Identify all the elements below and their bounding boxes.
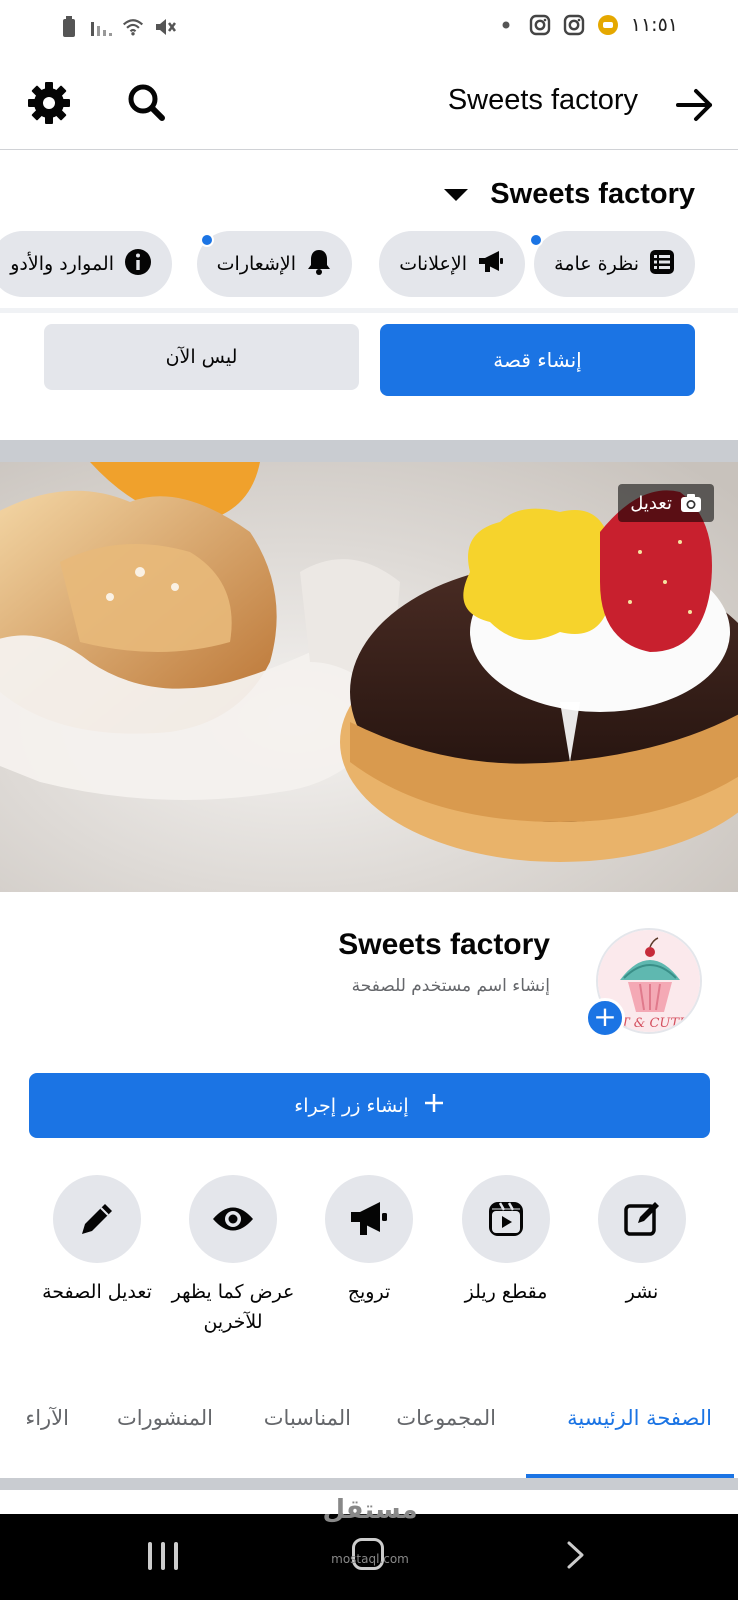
- not-now-button[interactable]: ليس الآن: [44, 324, 359, 390]
- divider: [0, 308, 738, 313]
- app-header: Sweets factory: [0, 66, 738, 150]
- section-divider: [0, 1478, 738, 1490]
- tab-events[interactable]: المناسبات: [264, 1406, 351, 1430]
- quick-action-promote[interactable]: ترويج: [304, 1175, 434, 1307]
- instagram-icon: [563, 14, 585, 36]
- status-time: ١١:٥١: [630, 14, 678, 36]
- create-action-label: إنشاء زر إجراء: [294, 1094, 409, 1117]
- header-title: Sweets factory: [447, 84, 638, 116]
- watermark-url: mostaql.com: [331, 1552, 409, 1566]
- instagram-icon: [529, 14, 551, 36]
- edit-cover-button[interactable]: تعديل: [618, 484, 714, 522]
- signal-icon: [90, 16, 112, 38]
- chips-row: نظرة عامة الإعلانات الإشعارات الموارد وا…: [0, 231, 738, 297]
- eye-icon: [189, 1175, 277, 1263]
- chip-label: نظرة عامة: [554, 253, 639, 275]
- app-icon: [597, 14, 619, 36]
- search-icon[interactable]: [124, 80, 170, 126]
- mute-icon: [154, 16, 176, 38]
- megaphone-icon: [477, 249, 505, 280]
- quick-action-label-line2: للآخرين: [203, 1311, 263, 1333]
- dot-icon: [495, 14, 517, 36]
- chip-overview[interactable]: نظرة عامة: [529, 231, 695, 297]
- arrow-right-icon[interactable]: [672, 82, 718, 128]
- notification-dot: [529, 233, 543, 247]
- quick-action-view-as[interactable]: عرض كما يظهر للآخرين: [168, 1175, 298, 1337]
- cover-photo[interactable]: تعديل: [0, 462, 738, 892]
- cover-image: [0, 462, 738, 892]
- page-switcher[interactable]: Sweets factory: [444, 178, 695, 211]
- chip-notifications[interactable]: الإشعارات: [196, 231, 352, 297]
- quick-action-label: ترويج: [347, 1281, 391, 1303]
- caret-down-icon: [444, 188, 469, 201]
- chip-label: الموارد والأدو: [10, 253, 114, 275]
- tab-groups[interactable]: المجموعات: [396, 1406, 496, 1430]
- chip-label: الإعلانات: [399, 253, 467, 275]
- quick-action-label: تعديل الصفحة: [42, 1281, 152, 1303]
- chip-label: الإشعارات: [216, 253, 296, 275]
- plus-icon: [423, 1092, 445, 1119]
- create-action-button[interactable]: إنشاء زر إجراء: [29, 1073, 710, 1138]
- battery-icon: [58, 16, 80, 38]
- bell-icon: [306, 248, 332, 281]
- watermark-logo: مستقل: [322, 1495, 418, 1525]
- quick-action-reels[interactable]: مقطع ريلز: [441, 1175, 571, 1307]
- chip-ads[interactable]: الإعلانات: [379, 231, 525, 297]
- compose-icon: [598, 1175, 686, 1263]
- reels-icon: [462, 1175, 550, 1263]
- gear-icon[interactable]: [26, 80, 72, 126]
- quick-action-label-line1: عرض كما يظهر: [171, 1281, 295, 1303]
- quick-action-label: عرض كما يظهر للآخرين: [168, 1277, 298, 1337]
- edit-cover-label: تعديل: [630, 492, 672, 514]
- page-name: Sweets factory: [338, 928, 550, 961]
- camera-icon: [680, 493, 702, 513]
- back-chevron-icon[interactable]: [560, 1540, 590, 1570]
- notification-dot: [200, 233, 214, 247]
- status-icons-right: ١١:٥١: [495, 14, 678, 36]
- pencil-icon: [53, 1175, 141, 1263]
- info-icon: [124, 248, 152, 281]
- create-story-button[interactable]: إنشاء قصة: [380, 324, 695, 396]
- wifi-icon: [122, 16, 144, 38]
- tab-reviews[interactable]: الآراء: [25, 1406, 69, 1430]
- page-tabs: الصفحة الرئيسية المجموعات المناسبات المن…: [0, 1388, 738, 1478]
- status-bar: ١١:٥١: [0, 0, 738, 58]
- quick-action-label: نشر: [625, 1281, 659, 1303]
- status-icons-left: [58, 16, 176, 38]
- create-username-link[interactable]: إنشاء اسم مستخدم للصفحة: [352, 976, 550, 996]
- chip-resources[interactable]: الموارد والأدو: [0, 231, 172, 297]
- recents-button[interactable]: [148, 1542, 178, 1570]
- quick-action-edit-page[interactable]: تعديل الصفحة: [32, 1175, 162, 1307]
- section-divider: [0, 440, 738, 462]
- tab-posts[interactable]: المنشورات: [117, 1406, 213, 1430]
- quick-action-label: مقطع ريلز: [464, 1281, 548, 1303]
- add-profile-photo-button[interactable]: +: [585, 998, 625, 1038]
- tab-home[interactable]: الصفحة الرئيسية: [567, 1406, 712, 1430]
- quick-action-publish[interactable]: نشر: [577, 1175, 707, 1307]
- page-switcher-name: Sweets factory: [490, 178, 695, 210]
- megaphone-icon: [325, 1175, 413, 1263]
- list-icon: [649, 249, 675, 280]
